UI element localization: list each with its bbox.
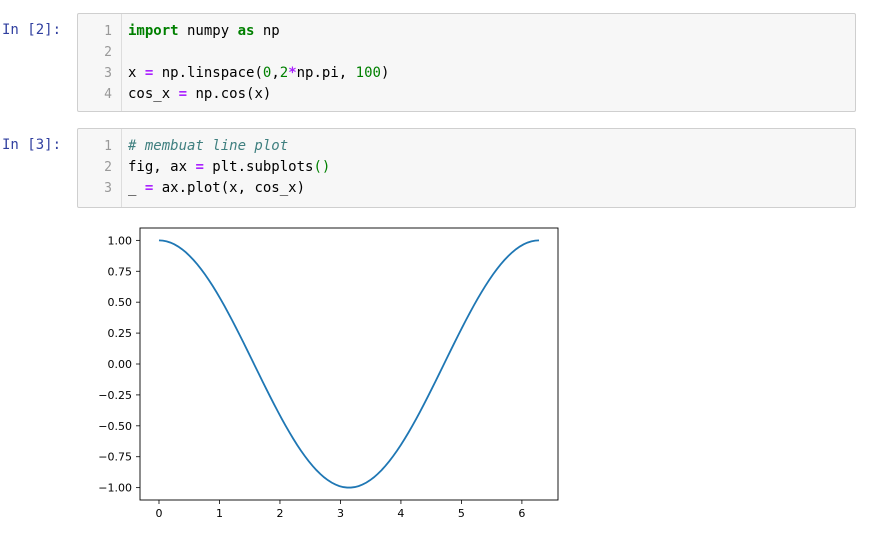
code-line[interactable]: 2 fig, ax = plt.subplots()	[78, 157, 855, 178]
x-tick-label: 2	[276, 507, 283, 520]
x-tick-label: 0	[155, 507, 162, 520]
code-token: as	[237, 23, 255, 39]
code-text: _ = ax.plot(x, cos_x)	[128, 178, 305, 199]
plot-output: 0 1 2 3 4 5 6 1.00 0.75 0.50 0.25 0.00 −0.25 −0.50 −0.…	[90, 222, 570, 534]
code-line[interactable]: 1 # membuat line plot	[78, 136, 855, 157]
code-text: cos_x = np.cos(x)	[128, 84, 271, 105]
code-token: import	[128, 23, 179, 39]
line-number: 1	[104, 24, 112, 39]
code-token: np.cos(x)	[187, 86, 272, 102]
line-number: 3	[104, 66, 112, 81]
x-tick-label: 1	[216, 507, 223, 520]
y-tick-label: 0.75	[108, 265, 133, 278]
code-token: _	[128, 180, 145, 196]
code-token: np	[254, 23, 280, 39]
code-cell-input[interactable]: 1 import numpy as np 2 3 x = np.linspace(0,2…	[77, 13, 856, 112]
code-token: fig, ax	[128, 159, 196, 175]
code-token: numpy	[178, 23, 238, 39]
code-token: ()	[313, 159, 331, 175]
code-token: np.linspace(	[153, 65, 263, 81]
code-token: ,	[271, 65, 280, 81]
axes-frame	[139, 227, 559, 501]
code-text: import numpy as np	[128, 21, 280, 42]
code-token: x	[128, 65, 145, 81]
x-tick-label: 3	[337, 507, 344, 520]
y-tick-label: −1.00	[98, 482, 132, 495]
line-chart: 0 1 2 3 4 5 6 1.00 0.75 0.50 0.25 0.00 −0.25 −0.50 −0.…	[98, 227, 559, 520]
y-tick-label: −0.75	[98, 451, 132, 464]
y-tick-label: 0.25	[108, 327, 133, 340]
y-tick-label: 0.00	[108, 358, 133, 371]
code-text: x = np.linspace(0,2*np.pi, 100)	[128, 63, 389, 84]
code-token: ax.plot(x, cos_x)	[153, 180, 306, 196]
code-token: # membuat line plot	[128, 138, 289, 154]
line-number: 2	[104, 160, 112, 175]
code-token: =	[178, 86, 188, 102]
x-tick-label: 4	[397, 507, 404, 520]
code-cell-input[interactable]: 1 # membuat line plot 2 fig, ax = plt.subpl…	[77, 128, 856, 208]
code-token: )	[380, 65, 390, 81]
line-number: 2	[104, 45, 112, 60]
code-line[interactable]: 4 cos_x = np.cos(x)	[78, 84, 855, 105]
code-line[interactable]: 2	[78, 42, 855, 63]
code-line[interactable]: 3 _ = ax.plot(x, cos_x)	[78, 178, 855, 199]
code-token: cos_x	[128, 86, 179, 102]
code-token: 2	[279, 65, 289, 81]
y-tick-label: 0.50	[108, 296, 133, 309]
x-tick-label: 5	[458, 507, 465, 520]
x-tick-label: 6	[518, 507, 525, 520]
y-tick-label: −0.50	[98, 420, 132, 433]
cos-line	[158, 239, 540, 489]
code-token: 100	[355, 65, 381, 81]
y-tick-label: −0.25	[98, 389, 132, 402]
code-token: =	[195, 159, 204, 175]
cell-prompt: In [2]:	[2, 22, 62, 38]
y-tick-label: 1.00	[108, 234, 133, 247]
code-text: fig, ax = plt.subplots()	[128, 157, 330, 178]
line-number: 4	[104, 87, 112, 102]
cell-prompt: In [3]:	[2, 137, 62, 153]
line-number: 3	[104, 181, 112, 196]
line-number: 1	[104, 139, 112, 154]
code-token: np.pi,	[296, 65, 356, 81]
code-line[interactable]: 1 import numpy as np	[78, 21, 855, 42]
code-line[interactable]: 3 x = np.linspace(0,2*np.pi, 100)	[78, 63, 855, 84]
code-text: # membuat line plot	[128, 136, 288, 157]
code-token: *	[288, 65, 297, 81]
code-token: plt.subplots	[203, 159, 314, 175]
